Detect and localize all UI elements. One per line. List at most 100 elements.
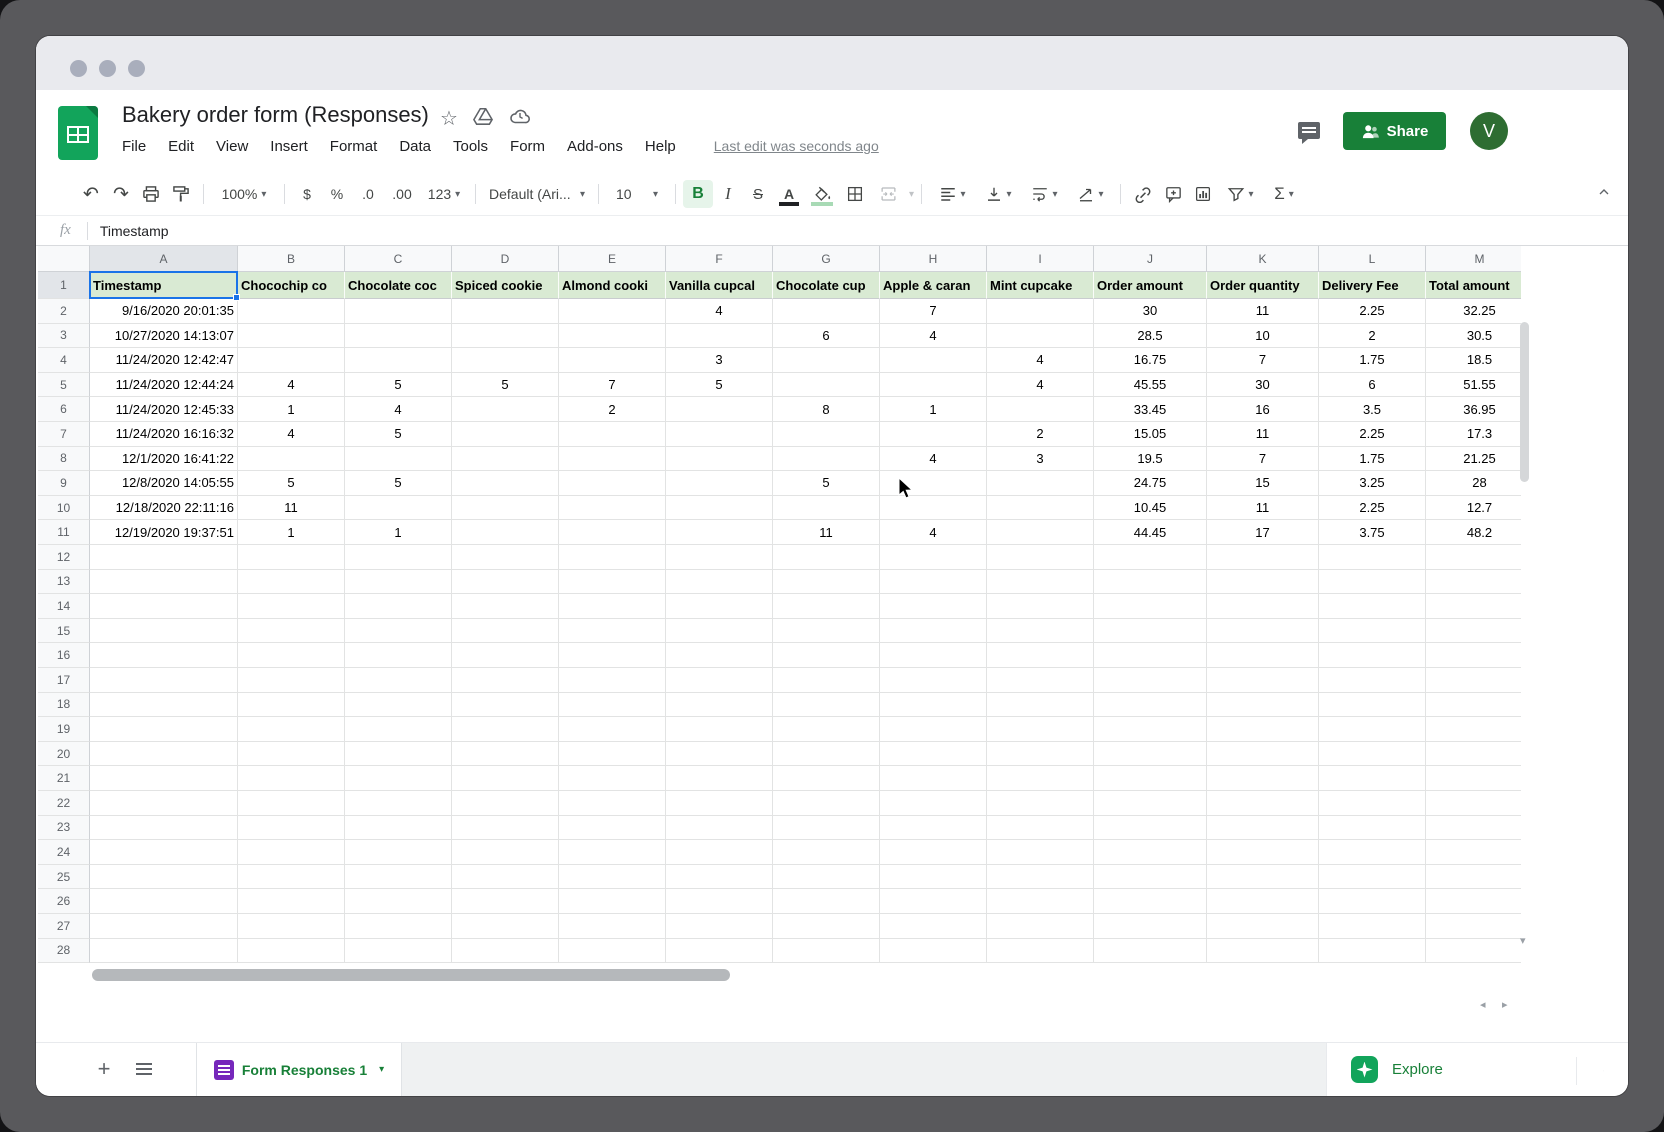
- cell-G2[interactable]: [773, 299, 880, 324]
- cell-I27[interactable]: [987, 914, 1094, 939]
- cell-K2[interactable]: 11: [1207, 299, 1319, 324]
- cell-C4[interactable]: [345, 348, 452, 373]
- cell-E16[interactable]: [559, 643, 666, 668]
- cell-E24[interactable]: [559, 840, 666, 865]
- hide-panel-chevron-icon[interactable]: [1576, 1057, 1604, 1085]
- cell-C27[interactable]: [345, 914, 452, 939]
- cell-C3[interactable]: [345, 324, 452, 349]
- cell-M7[interactable]: 17.3: [1426, 422, 1521, 447]
- cell-B15[interactable]: [238, 619, 345, 644]
- cell-C5[interactable]: 5: [345, 373, 452, 398]
- cell-A16[interactable]: [90, 643, 238, 668]
- cell-C2[interactable]: [345, 299, 452, 324]
- cell-B11[interactable]: 1: [238, 520, 345, 545]
- cell-M17[interactable]: [1426, 668, 1521, 693]
- cell-A15[interactable]: [90, 619, 238, 644]
- cell-F19[interactable]: [666, 717, 773, 742]
- cell-D28[interactable]: [452, 939, 559, 964]
- cell-J16[interactable]: [1094, 643, 1207, 668]
- cell-M19[interactable]: [1426, 717, 1521, 742]
- menu-item-form[interactable]: Form: [510, 138, 545, 155]
- row-header-12[interactable]: 12: [38, 545, 90, 570]
- cell-I24[interactable]: [987, 840, 1094, 865]
- cell-B28[interactable]: [238, 939, 345, 964]
- row-header-8[interactable]: 8: [38, 447, 90, 472]
- cell-B12[interactable]: [238, 545, 345, 570]
- window-close-button[interactable]: [70, 60, 87, 77]
- all-sheets-button[interactable]: [130, 1055, 158, 1083]
- cell-B24[interactable]: [238, 840, 345, 865]
- cell-D13[interactable]: [452, 570, 559, 595]
- cell-A21[interactable]: [90, 766, 238, 791]
- cell-E17[interactable]: [559, 668, 666, 693]
- cell-D27[interactable]: [452, 914, 559, 939]
- cell-M1[interactable]: Total amount: [1426, 272, 1521, 299]
- menu-item-insert[interactable]: Insert: [270, 138, 308, 155]
- sheet-tab-menu-icon[interactable]: ▾: [379, 1064, 384, 1075]
- cell-M3[interactable]: 30.5: [1426, 324, 1521, 349]
- cell-J17[interactable]: [1094, 668, 1207, 693]
- cell-J4[interactable]: 16.75: [1094, 348, 1207, 373]
- cell-L22[interactable]: [1319, 791, 1426, 816]
- cell-B20[interactable]: [238, 742, 345, 767]
- cell-M23[interactable]: [1426, 816, 1521, 841]
- fill-color-button[interactable]: [805, 180, 839, 208]
- cell-H24[interactable]: [880, 840, 987, 865]
- row-header-7[interactable]: 7: [38, 422, 90, 447]
- cell-D19[interactable]: [452, 717, 559, 742]
- cell-H6[interactable]: 1: [880, 397, 987, 422]
- row-header-6[interactable]: 6: [38, 397, 90, 422]
- formula-bar-value[interactable]: Timestamp: [100, 223, 169, 239]
- cell-D23[interactable]: [452, 816, 559, 841]
- cell-A22[interactable]: [90, 791, 238, 816]
- cell-G12[interactable]: [773, 545, 880, 570]
- cell-A9[interactable]: 12/8/2020 14:05:55: [90, 471, 238, 496]
- cell-J22[interactable]: [1094, 791, 1207, 816]
- cell-C14[interactable]: [345, 594, 452, 619]
- column-header-G[interactable]: G: [773, 246, 880, 272]
- cell-A3[interactable]: 10/27/2020 14:13:07: [90, 324, 238, 349]
- cell-D15[interactable]: [452, 619, 559, 644]
- cell-H5[interactable]: [880, 373, 987, 398]
- cell-L12[interactable]: [1319, 545, 1426, 570]
- cell-E1[interactable]: Almond cooki: [559, 272, 666, 299]
- cell-E8[interactable]: [559, 447, 666, 472]
- column-header-B[interactable]: B: [238, 246, 345, 272]
- cell-A18[interactable]: [90, 693, 238, 718]
- cell-A8[interactable]: 12/1/2020 16:41:22: [90, 447, 238, 472]
- cell-M24[interactable]: [1426, 840, 1521, 865]
- cell-K4[interactable]: 7: [1207, 348, 1319, 373]
- cell-G16[interactable]: [773, 643, 880, 668]
- cell-C19[interactable]: [345, 717, 452, 742]
- cell-J25[interactable]: [1094, 865, 1207, 890]
- cell-K14[interactable]: [1207, 594, 1319, 619]
- row-header-11[interactable]: 11: [38, 520, 90, 545]
- cell-A1[interactable]: Timestamp: [90, 272, 238, 299]
- cell-H27[interactable]: [880, 914, 987, 939]
- window-minimize-button[interactable]: [99, 60, 116, 77]
- cell-E3[interactable]: [559, 324, 666, 349]
- cell-B3[interactable]: [238, 324, 345, 349]
- cell-F21[interactable]: [666, 766, 773, 791]
- cell-G8[interactable]: [773, 447, 880, 472]
- cell-I7[interactable]: 2: [987, 422, 1094, 447]
- cell-C20[interactable]: [345, 742, 452, 767]
- cell-L10[interactable]: 2.25: [1319, 496, 1426, 521]
- borders-button[interactable]: [839, 180, 871, 208]
- cell-H16[interactable]: [880, 643, 987, 668]
- cell-M11[interactable]: 48.2: [1426, 520, 1521, 545]
- cell-M9[interactable]: 28: [1426, 471, 1521, 496]
- cell-L14[interactable]: [1319, 594, 1426, 619]
- cell-C1[interactable]: Chocolate coc: [345, 272, 452, 299]
- cell-H4[interactable]: [880, 348, 987, 373]
- print-button[interactable]: [136, 180, 166, 208]
- cell-M10[interactable]: 12.7: [1426, 496, 1521, 521]
- cell-A10[interactable]: 12/18/2020 22:11:16: [90, 496, 238, 521]
- cell-H2[interactable]: 7: [880, 299, 987, 324]
- cell-F9[interactable]: [666, 471, 773, 496]
- more-formats-button[interactable]: 123▾: [420, 180, 468, 208]
- decrease-decimal-button[interactable]: .0: [352, 180, 384, 208]
- cell-A27[interactable]: [90, 914, 238, 939]
- cell-A6[interactable]: 11/24/2020 12:45:33: [90, 397, 238, 422]
- cell-H1[interactable]: Apple & caran: [880, 272, 987, 299]
